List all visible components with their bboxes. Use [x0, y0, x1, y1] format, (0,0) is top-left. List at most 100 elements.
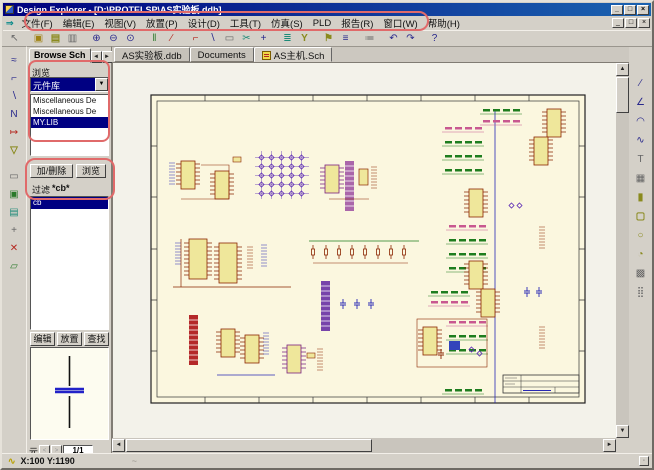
text-tool-icon[interactable]: T [632, 151, 650, 167]
probe-icon[interactable]: Y [296, 31, 313, 46]
resize-grip-icon[interactable]: ◦ [639, 456, 649, 466]
junction-tool-icon[interactable]: + [5, 222, 23, 238]
menu-help[interactable]: 帮助(H) [423, 15, 465, 31]
flash-icon: ∿ [8, 456, 16, 467]
select-pointer-icon[interactable]: ↖ [6, 31, 23, 46]
selection-box-icon[interactable]: ▭ [221, 31, 238, 46]
tab-as-board-ddb[interactable]: AS实验板.ddb [114, 47, 190, 62]
panel-tab-next-icon[interactable]: ► [102, 51, 113, 63]
tab-as-host-sch[interactable]: AS主机.Sch [254, 47, 333, 62]
document-tab-bar: AS实验板.ddb Documents AS主机.Sch [112, 47, 629, 63]
edit-button[interactable]: 编辑 [30, 332, 55, 346]
part-tool-icon[interactable]: ▭ [5, 168, 23, 184]
port-tool-icon[interactable]: ↦ [5, 124, 23, 140]
bezier-icon[interactable]: ∿ [632, 132, 650, 148]
annotate-list-icon[interactable]: ≔ [361, 31, 378, 46]
scroll-down-icon[interactable]: ▼ [616, 425, 629, 438]
move-plus-icon[interactable]: + [255, 31, 272, 46]
text-frame-icon[interactable]: ▦ [632, 170, 650, 186]
menu-tools[interactable]: 工具(T) [225, 15, 266, 31]
help-icon[interactable]: ? [426, 31, 443, 46]
sheet-entry-icon[interactable]: ▤ [5, 204, 23, 220]
chevron-down-icon[interactable]: ▼ [95, 78, 108, 91]
polyline-icon[interactable]: ∠ [632, 94, 650, 110]
filter-input[interactable]: *cb* [52, 183, 70, 193]
list-item[interactable]: Miscellaneous De [31, 95, 108, 106]
wiring-toolbar: ≈ ⌐ ∖ N ↦ ▽ ▭ ▣ ▤ + ✕ ▱ [2, 46, 26, 453]
menu-place[interactable]: 放置(P) [141, 15, 183, 31]
menu-window[interactable]: 窗口(W) [378, 15, 422, 31]
list-item-selected[interactable]: MY.LIB [31, 117, 108, 128]
draw-line-icon[interactable]: ∕ [632, 75, 650, 91]
library-icon[interactable]: ≣ [279, 31, 296, 46]
zoom-out-icon[interactable]: ⊖ [105, 31, 122, 46]
cut-icon[interactable]: ✂ [238, 31, 255, 46]
undo-icon[interactable]: ↶ [385, 31, 402, 46]
library-list[interactable]: Miscellaneous De Miscellaneous De MY.LIB [30, 94, 109, 156]
library-2-icon[interactable]: ≡ [337, 31, 354, 46]
restore-icon[interactable]: □ [624, 5, 636, 15]
menu-simulate[interactable]: 仿真(S) [266, 15, 308, 31]
find-button[interactable]: 查找 [84, 332, 109, 346]
bus-entry-icon[interactable]: ∖ [5, 88, 23, 104]
browse-button[interactable]: 浏览 [76, 164, 106, 178]
scroll-right-icon[interactable]: ► [603, 439, 616, 452]
cursor-coordinates: X:100 Y:1190 [21, 456, 75, 466]
directive-icon[interactable]: ▱ [5, 258, 23, 274]
menu-design[interactable]: 设计(D) [183, 15, 225, 31]
zoom-in-icon[interactable]: ⊕ [88, 31, 105, 46]
place-button[interactable]: 放置 [57, 332, 82, 346]
drawing-toolbar: ∕ ∠ ◠ ∿ T ▦ ▮ ▢ ○ ◔ ▩ ⣿ [629, 46, 652, 453]
schematic-canvas[interactable] [112, 63, 616, 438]
draw-pencil-icon[interactable]: ∕ [163, 31, 180, 46]
rectangle-tool-icon[interactable]: ▮ [632, 189, 650, 205]
tab-documents[interactable]: Documents [190, 47, 254, 62]
horizontal-scrollbar[interactable]: ◄ ► [112, 438, 616, 453]
horizontal-scroll-thumb[interactable] [126, 439, 372, 452]
panel-tab-prev-icon[interactable]: ◄ [91, 51, 102, 63]
wire-tool-icon[interactable]: ≈ [5, 52, 23, 68]
graphic-tool-icon[interactable]: ▩ [632, 265, 650, 281]
line-tool-icon[interactable]: ∖ [204, 31, 221, 46]
round-rect-tool-icon[interactable]: ▢ [632, 208, 650, 224]
minimize-icon[interactable]: _ [611, 5, 623, 15]
save-icon[interactable]: ▤ [47, 31, 64, 46]
browse-components-icon[interactable]: ‖ [146, 31, 163, 46]
pie-tool-icon[interactable]: ◔ [632, 246, 650, 262]
bus-tool-icon[interactable]: ⌐ [5, 70, 23, 86]
net-label-icon[interactable]: N [5, 106, 23, 122]
tab-browse-sch[interactable]: Browse Sch [29, 48, 91, 63]
child-restore-icon[interactable]: □ [625, 18, 637, 28]
menu-edit[interactable]: 编辑(E) [58, 15, 100, 31]
power-port-icon[interactable]: ▽ [5, 142, 23, 158]
vertical-scrollbar[interactable]: ▲ ▼ [616, 63, 629, 438]
array-paste-icon[interactable]: ⣿ [632, 284, 650, 300]
component-item-selected[interactable]: cb [31, 197, 108, 209]
close-icon[interactable]: × [637, 5, 649, 15]
menu-pld[interactable]: PLD [308, 17, 336, 30]
zoom-document-icon[interactable]: ⊙ [122, 31, 139, 46]
redo-icon[interactable]: ↷ [402, 31, 419, 46]
scroll-up-icon[interactable]: ▲ [616, 63, 629, 76]
arc-icon[interactable]: ◠ [632, 113, 650, 129]
list-item[interactable]: Miscellaneous De [31, 106, 108, 117]
add-remove-button[interactable]: 加/删除 [30, 164, 73, 178]
browse-mode-dropdown[interactable]: 元件库 ▼ [30, 77, 109, 92]
vertical-scroll-thumb[interactable] [616, 77, 629, 113]
child-close-icon[interactable]: × [638, 18, 650, 28]
wiring-tools-icon[interactable]: ⌐ [187, 31, 204, 46]
menu-file[interactable]: 文件(F) [17, 15, 58, 31]
sheet-symbol-icon[interactable]: ▣ [5, 186, 23, 202]
no-erc-icon[interactable]: ✕ [5, 240, 23, 256]
menu-reports[interactable]: 报告(R) [336, 15, 378, 31]
component-list[interactable]: cb [30, 196, 109, 330]
flag-icon[interactable]: ⚑ [320, 31, 337, 46]
menu-view[interactable]: 视图(V) [99, 15, 141, 31]
print-icon[interactable]: ▥ [64, 31, 81, 46]
scroll-left-icon[interactable]: ◄ [112, 439, 125, 452]
child-minimize-icon[interactable]: _ [612, 18, 624, 28]
design-explorer-window: Design Explorer - [D:\PROTELSP\AS实验板.ddb… [0, 0, 654, 470]
ellipse-tool-icon[interactable]: ○ [632, 227, 650, 243]
main-toolbar: ↖ ▣ ▤ ▥ ⊕ ⊖ ⊙ ‖ ∕ ⌐ ∖ ▭ ✂ + ≣ Y ⚑ ≡ ≔ ↶ … [3, 30, 651, 46]
open-document-icon[interactable]: ▣ [30, 31, 47, 46]
